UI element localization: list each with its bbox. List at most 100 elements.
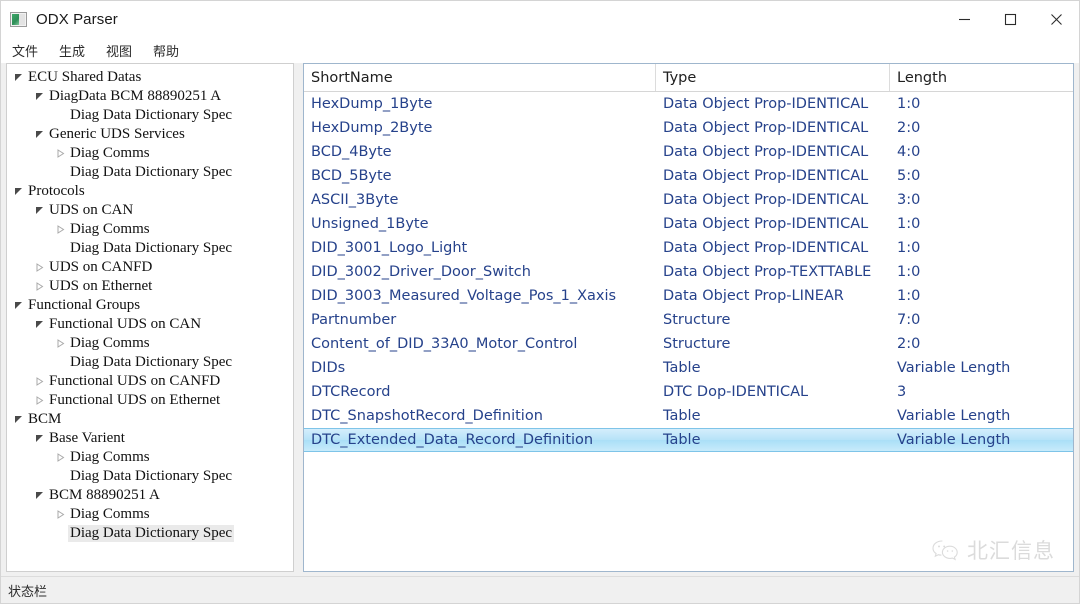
chevron-expanded-icon[interactable]	[11, 73, 26, 82]
tree-node[interactable]: Generic UDS Services	[7, 125, 293, 144]
table-row[interactable]: HexDump_2ByteData Object Prop-IDENTICAL2…	[304, 116, 1073, 140]
chevron-expanded-icon[interactable]	[11, 301, 26, 310]
chevron-collapsed-icon[interactable]	[53, 225, 68, 234]
menu-item-2[interactable]: 生成	[57, 40, 87, 61]
chevron-expanded-icon[interactable]	[32, 491, 47, 500]
chevron-expanded-icon[interactable]	[11, 415, 26, 424]
tree-node[interactable]: UDS on Ethernet	[7, 277, 293, 296]
menu-item-4[interactable]: 帮助	[151, 40, 181, 61]
cell-length: Variable Length	[890, 360, 1073, 376]
tree-node[interactable]: DiagData BCM 88890251 A	[7, 87, 293, 106]
table-row[interactable]: DID_3003_Measured_Voltage_Pos_1_XaxisDat…	[304, 284, 1073, 308]
tree-scroll-area[interactable]: ECU Shared DatasDiagData BCM 88890251 AD…	[7, 64, 293, 571]
close-icon	[1050, 13, 1063, 26]
cell-length: 2:0	[890, 120, 1073, 136]
menu-item-3[interactable]: 视图	[104, 40, 134, 61]
tree-node[interactable]: UDS on CANFD	[7, 258, 293, 277]
tree-node[interactable]: Base Varient	[7, 429, 293, 448]
chevron-collapsed-icon[interactable]	[32, 396, 47, 405]
table-row[interactable]: BCD_4ByteData Object Prop-IDENTICAL4:0	[304, 140, 1073, 164]
tree-node[interactable]: Protocols	[7, 182, 293, 201]
tree-node[interactable]: Diag Data Dictionary Spec	[7, 467, 293, 486]
minimize-icon	[958, 13, 971, 26]
tree-node[interactable]: Diag Data Dictionary Spec	[7, 524, 293, 543]
tree-node[interactable]: Diag Comms	[7, 220, 293, 239]
chevron-collapsed-icon[interactable]	[32, 263, 47, 272]
table-row[interactable]: HexDump_1ByteData Object Prop-IDENTICAL1…	[304, 92, 1073, 116]
chevron-expanded-icon[interactable]	[32, 92, 47, 101]
tree-node-label: Diag Comms	[68, 145, 152, 162]
tree-node[interactable]: Functional Groups	[7, 296, 293, 315]
table-row[interactable]: Content_of_DID_33A0_Motor_ControlStructu…	[304, 332, 1073, 356]
cell-type: Data Object Prop-IDENTICAL	[656, 192, 890, 208]
application-window: ODX Parser 文件生成视图帮助	[0, 0, 1080, 604]
chevron-expanded-icon[interactable]	[32, 130, 47, 139]
chevron-expanded-icon[interactable]	[32, 206, 47, 215]
cell-type: Data Object Prop-IDENTICAL	[656, 144, 890, 160]
tree-node[interactable]: Diag Data Dictionary Spec	[7, 106, 293, 125]
column-header-type[interactable]: Type	[656, 64, 890, 91]
cell-shortname: BCD_4Byte	[304, 144, 656, 160]
tree-node[interactable]: Diag Data Dictionary Spec	[7, 163, 293, 182]
tree-node[interactable]: Functional UDS on Ethernet	[7, 391, 293, 410]
maximize-button[interactable]	[987, 1, 1033, 37]
tree-node-label: Diag Data Dictionary Spec	[68, 354, 234, 371]
table-row[interactable]: BCD_5ByteData Object Prop-IDENTICAL5:0	[304, 164, 1073, 188]
table-row[interactable]: DTC_Extended_Data_Record_DefinitionTable…	[304, 428, 1073, 452]
panel-splitter[interactable]	[294, 63, 303, 572]
chevron-expanded-icon[interactable]	[32, 320, 47, 329]
menu-item-1[interactable]: 文件	[10, 40, 40, 61]
maximize-icon	[1004, 13, 1017, 26]
close-button[interactable]	[1033, 1, 1079, 37]
table-row[interactable]: DTC_SnapshotRecord_DefinitionTableVariab…	[304, 404, 1073, 428]
chevron-collapsed-icon[interactable]	[53, 339, 68, 348]
chevron-collapsed-icon[interactable]	[32, 282, 47, 291]
tree-node[interactable]: Diag Comms	[7, 448, 293, 467]
window-controls	[941, 1, 1079, 37]
tree-node[interactable]: Diag Comms	[7, 334, 293, 353]
ecu-tree-panel[interactable]: ECU Shared DatasDiagData BCM 88890251 AD…	[6, 63, 294, 572]
tree-node[interactable]: Diag Data Dictionary Spec	[7, 353, 293, 372]
cell-type: Structure	[656, 312, 890, 328]
tree-node[interactable]: ECU Shared Datas	[7, 68, 293, 87]
cell-type: Table	[656, 408, 890, 424]
tree-node-label: Diag Comms	[68, 506, 152, 523]
tree-node[interactable]: Functional UDS on CANFD	[7, 372, 293, 391]
table-row[interactable]: ASCII_3ByteData Object Prop-IDENTICAL3:0	[304, 188, 1073, 212]
tree-node-label: Diag Data Dictionary Spec	[68, 164, 234, 181]
column-header-length[interactable]: Length	[890, 64, 1073, 91]
tree-node-label: Diag Data Dictionary Spec	[68, 107, 234, 124]
cell-length: 1:0	[890, 216, 1073, 232]
chevron-expanded-icon[interactable]	[32, 434, 47, 443]
tree-node[interactable]: BCM	[7, 410, 293, 429]
table-row[interactable]: PartnumberStructure7:0	[304, 308, 1073, 332]
table-row[interactable]: Unsigned_1ByteData Object Prop-IDENTICAL…	[304, 212, 1073, 236]
cell-type: Data Object Prop-IDENTICAL	[656, 240, 890, 256]
data-table-panel[interactable]: ShortName Type Length HexDump_1ByteData …	[303, 63, 1074, 572]
table-row[interactable]: DTCRecordDTC Dop-IDENTICAL3	[304, 380, 1073, 404]
tree-node-label: Diag Comms	[68, 449, 152, 466]
table-row[interactable]: DIDsTableVariable Length	[304, 356, 1073, 380]
cell-length: 3	[890, 384, 1073, 400]
cell-shortname: Unsigned_1Byte	[304, 216, 656, 232]
tree-node[interactable]: Diag Data Dictionary Spec	[7, 239, 293, 258]
tree-node-label: Protocols	[26, 183, 87, 200]
cell-type: Structure	[656, 336, 890, 352]
table-body[interactable]: HexDump_1ByteData Object Prop-IDENTICAL1…	[304, 92, 1073, 571]
tree-node[interactable]: UDS on CAN	[7, 201, 293, 220]
tree-node[interactable]: BCM 88890251 A	[7, 486, 293, 505]
column-header-shortname[interactable]: ShortName	[304, 64, 656, 91]
chevron-expanded-icon[interactable]	[11, 187, 26, 196]
chevron-collapsed-icon[interactable]	[32, 377, 47, 386]
tree-node[interactable]: Diag Comms	[7, 144, 293, 163]
tree-node[interactable]: Functional UDS on CAN	[7, 315, 293, 334]
table-row[interactable]: DID_3001_Logo_LightData Object Prop-IDEN…	[304, 236, 1073, 260]
cell-type: Data Object Prop-IDENTICAL	[656, 96, 890, 112]
tree-node-label: Functional Groups	[26, 297, 142, 314]
chevron-collapsed-icon[interactable]	[53, 453, 68, 462]
minimize-button[interactable]	[941, 1, 987, 37]
chevron-collapsed-icon[interactable]	[53, 510, 68, 519]
tree-node[interactable]: Diag Comms	[7, 505, 293, 524]
table-row[interactable]: DID_3002_Driver_Door_SwitchData Object P…	[304, 260, 1073, 284]
chevron-collapsed-icon[interactable]	[53, 149, 68, 158]
